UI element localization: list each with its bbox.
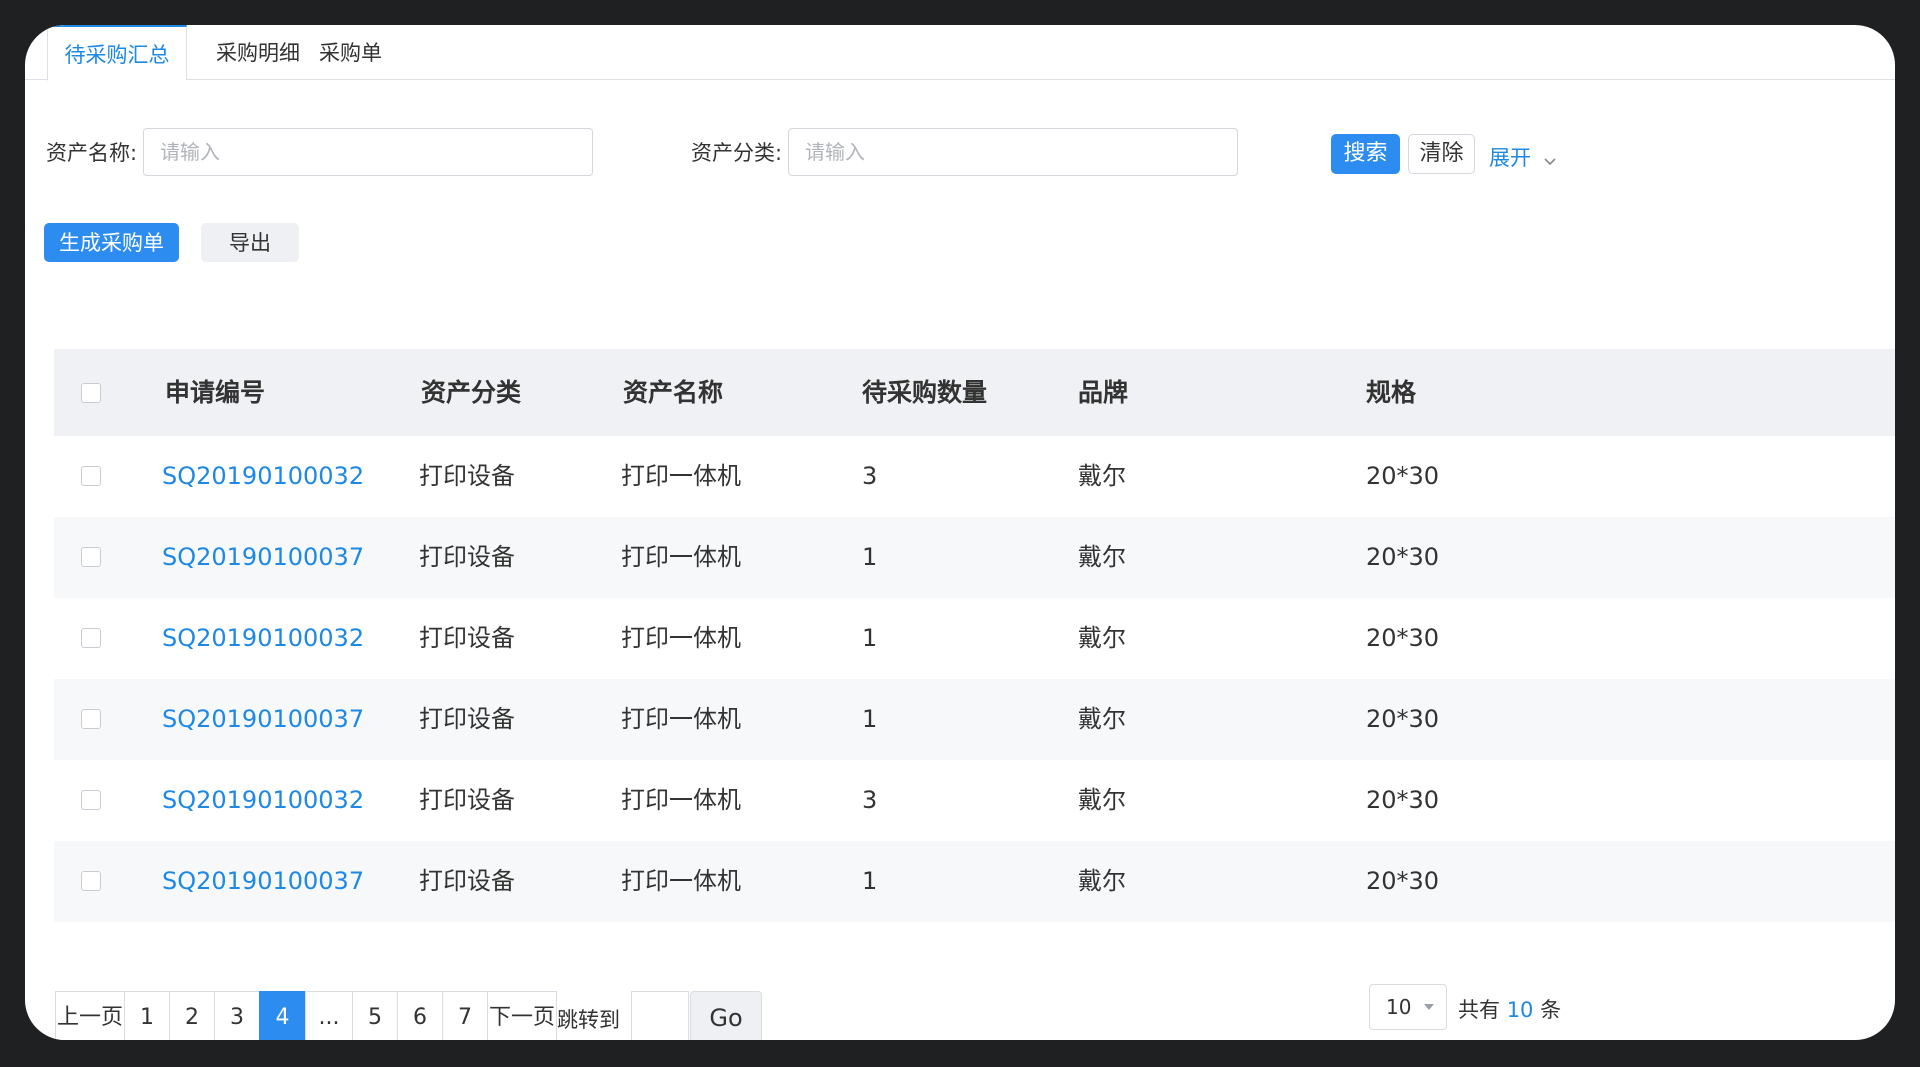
request-number-link[interactable]: SQ20190100037	[162, 841, 364, 922]
table-row[interactable]: SQ20190100032 打印设备 打印一体机 3 戴尔 20*30	[54, 760, 1895, 841]
column-header-pending-quantity: 待采购数量	[862, 378, 988, 407]
asset-category-cell: 打印设备	[419, 786, 515, 814]
row-checkbox[interactable]	[81, 547, 101, 567]
select-all-checkbox[interactable]	[81, 383, 101, 403]
chevron-down-icon	[1544, 147, 1556, 171]
asset-name-input[interactable]	[143, 128, 593, 176]
page-button-5[interactable]: 5	[352, 991, 398, 1040]
row-checkbox[interactable]	[81, 466, 101, 486]
request-number-link[interactable]: SQ20190100037	[162, 679, 364, 760]
brand-cell: 戴尔	[1078, 705, 1126, 733]
asset-name-cell: 打印一体机	[621, 786, 741, 814]
brand-cell: 戴尔	[1078, 543, 1126, 571]
asset-name-cell: 打印一体机	[621, 543, 741, 571]
pending-purchase-table: 申请编号 资产分类 资产名称 待采购数量 品牌 规格 SQ20190100032…	[54, 349, 1895, 922]
page-size-value: 10	[1386, 995, 1412, 1019]
next-page-button[interactable]: 下一页	[487, 991, 557, 1040]
row-checkbox[interactable]	[81, 628, 101, 648]
table-row[interactable]: SQ20190100032 打印设备 打印一体机 1 戴尔 20*30	[54, 598, 1895, 679]
column-header-asset-name: 资产名称	[623, 378, 724, 407]
request-number-link[interactable]: SQ20190100032	[162, 598, 364, 679]
page-button-6[interactable]: 6	[397, 991, 443, 1040]
table-row[interactable]: SQ20190100032 打印设备 打印一体机 3 戴尔 20*30	[54, 436, 1895, 517]
brand-cell: 戴尔	[1078, 867, 1126, 895]
total-suffix: 条	[1540, 998, 1562, 1022]
quantity-cell: 1	[862, 867, 878, 895]
quantity-cell: 3	[862, 786, 878, 814]
asset-category-label: 资产分类:	[691, 141, 783, 165]
brand-cell: 戴尔	[1078, 462, 1126, 490]
expand-link[interactable]: 展开	[1489, 142, 1556, 172]
asset-name-cell: 打印一体机	[621, 462, 741, 490]
caret-down-icon	[1424, 1004, 1434, 1010]
table-row[interactable]: SQ20190100037 打印设备 打印一体机 1 戴尔 20*30	[54, 679, 1895, 760]
table-row[interactable]: SQ20190100037 打印设备 打印一体机 1 戴尔 20*30	[54, 841, 1895, 922]
total-count: 共有 10 条	[1458, 994, 1561, 1024]
page-button-7[interactable]: 7	[442, 991, 488, 1040]
go-button[interactable]: Go	[690, 991, 762, 1040]
tab-pending-summary[interactable]: 待采购汇总	[47, 25, 187, 81]
export-button[interactable]: 导出	[201, 223, 299, 262]
row-checkbox[interactable]	[81, 709, 101, 729]
page-button-3[interactable]: 3	[214, 991, 260, 1040]
quantity-cell: 1	[862, 705, 878, 733]
table-header: 申请编号 资产分类 资产名称 待采购数量 品牌 规格	[54, 349, 1895, 436]
spec-cell: 20*30	[1366, 786, 1440, 814]
page-button-2[interactable]: 2	[169, 991, 215, 1040]
page-button-1[interactable]: 1	[124, 991, 170, 1040]
spec-cell: 20*30	[1366, 543, 1440, 571]
asset-category-cell: 打印设备	[419, 543, 515, 571]
tab-bar: 待采购汇总 采购明细 采购单	[25, 25, 1895, 81]
asset-category-cell: 打印设备	[419, 462, 515, 490]
quantity-cell: 1	[862, 624, 878, 652]
jump-to-label: 跳转到	[557, 1008, 620, 1032]
request-number-link[interactable]: SQ20190100032	[162, 760, 364, 841]
quantity-cell: 1	[862, 543, 878, 571]
column-header-asset-category: 资产分类	[421, 378, 522, 407]
asset-name-cell: 打印一体机	[621, 867, 741, 895]
row-checkbox[interactable]	[81, 871, 101, 891]
brand-cell: 戴尔	[1078, 786, 1126, 814]
generate-purchase-order-button[interactable]: 生成采购单	[44, 223, 179, 262]
total-count-value: 10	[1506, 998, 1534, 1022]
column-header-brand: 品牌	[1078, 378, 1129, 407]
table-row[interactable]: SQ20190100037 打印设备 打印一体机 1 戴尔 20*30	[54, 517, 1895, 598]
page-size-select[interactable]: 10	[1369, 984, 1447, 1030]
column-header-spec: 规格	[1366, 378, 1417, 407]
page-button-4-current[interactable]: 4	[259, 991, 306, 1040]
asset-category-cell: 打印设备	[419, 705, 515, 733]
total-prefix: 共有	[1458, 998, 1500, 1022]
asset-name-cell: 打印一体机	[621, 705, 741, 733]
asset-category-input[interactable]	[788, 128, 1238, 176]
brand-cell: 戴尔	[1078, 624, 1126, 652]
pagination: 上一页 1 2 3 4 ... 5 6 7 下一页	[55, 991, 557, 1040]
spec-cell: 20*30	[1366, 624, 1440, 652]
request-number-link[interactable]: SQ20190100037	[162, 517, 364, 598]
spec-cell: 20*30	[1366, 705, 1440, 733]
clear-button[interactable]: 清除	[1408, 134, 1475, 174]
asset-category-cell: 打印设备	[419, 624, 515, 652]
search-button[interactable]: 搜索	[1331, 134, 1400, 174]
row-checkbox[interactable]	[81, 790, 101, 810]
app-window: 待采购汇总 采购明细 采购单 资产名称: 资产分类: 搜索 清除 展开 生成采购…	[25, 25, 1895, 1040]
quantity-cell: 3	[862, 462, 878, 490]
expand-label: 展开	[1489, 146, 1531, 170]
spec-cell: 20*30	[1366, 867, 1440, 895]
asset-name-label: 资产名称:	[46, 141, 138, 165]
asset-name-cell: 打印一体机	[621, 624, 741, 652]
page-ellipsis[interactable]: ...	[305, 991, 353, 1040]
prev-page-button[interactable]: 上一页	[55, 991, 125, 1040]
tab-purchase-details[interactable]: 采购明细	[216, 25, 300, 79]
request-number-link[interactable]: SQ20190100032	[162, 436, 364, 517]
asset-category-cell: 打印设备	[419, 867, 515, 895]
tab-purchase-orders[interactable]: 采购单	[319, 25, 382, 79]
column-header-request-number: 申请编号	[165, 378, 266, 407]
spec-cell: 20*30	[1366, 462, 1440, 490]
jump-page-input[interactable]	[631, 991, 689, 1040]
